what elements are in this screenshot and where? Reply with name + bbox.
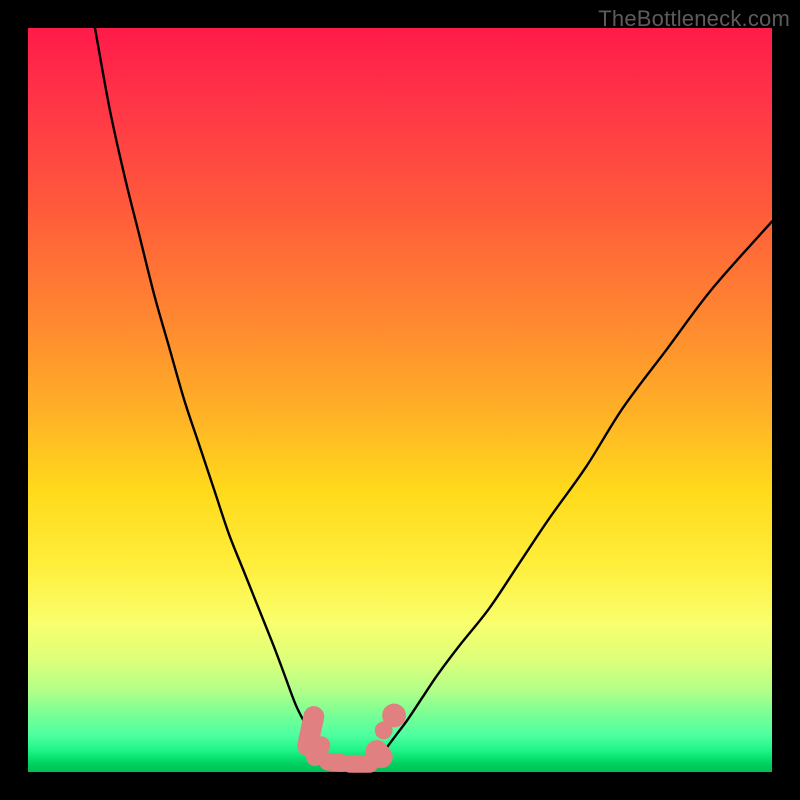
plot-area xyxy=(28,28,772,772)
watermark-text: TheBottleneck.com xyxy=(598,6,790,32)
frame-border: TheBottleneck.com xyxy=(0,0,800,800)
series-right-curve xyxy=(385,221,772,749)
marker-circle-6 xyxy=(382,704,406,728)
marker-layer xyxy=(295,704,406,773)
series-left-curve xyxy=(95,28,318,750)
chart-svg xyxy=(28,28,772,772)
curve-layer xyxy=(95,28,772,766)
